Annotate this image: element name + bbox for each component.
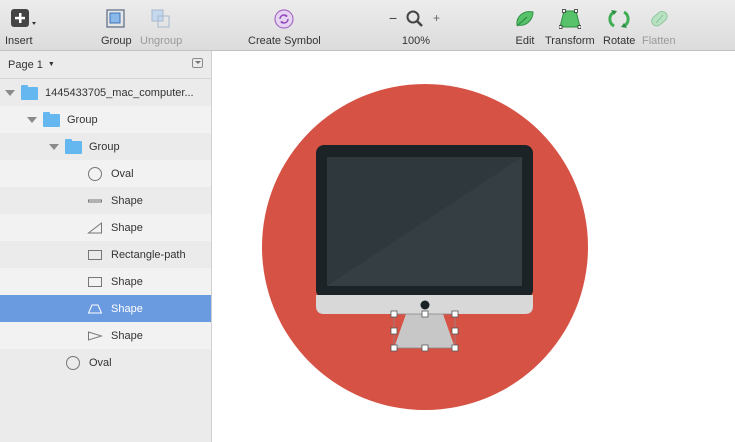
- zoom-in-button[interactable]: +: [433, 11, 440, 25]
- layer-row[interactable]: Shape: [0, 187, 211, 214]
- zoom-control: − + 100%: [388, 0, 444, 51]
- layer-name: Shape: [111, 275, 143, 288]
- layer-row[interactable]: Group: [0, 106, 211, 133]
- edit-button[interactable]: Edit: [514, 0, 536, 51]
- shape-line-icon: [87, 193, 103, 209]
- layer-name: Shape: [111, 194, 143, 207]
- folder-icon: [65, 139, 82, 154]
- layer-row[interactable]: Oval: [0, 160, 211, 187]
- layer-name: Oval: [111, 167, 134, 180]
- ungroup-label: Ungroup: [140, 35, 183, 47]
- group-label: Group: [101, 35, 132, 47]
- artwork: [262, 84, 588, 410]
- layer-name: Shape: [111, 329, 143, 342]
- zoom-out-button[interactable]: −: [389, 10, 397, 26]
- layer-row[interactable]: Shape: [0, 322, 211, 349]
- insert-button[interactable]: Insert: [5, 0, 36, 51]
- oval-icon: [87, 166, 103, 182]
- layer-row[interactable]: Rectangle-path: [0, 241, 211, 268]
- layer-row[interactable]: Shape: [0, 268, 211, 295]
- zoom-level: 100%: [401, 35, 431, 47]
- ungroup-icon: [150, 8, 172, 30]
- ungroup-button[interactable]: Ungroup: [140, 0, 182, 51]
- disclosure-triangle-icon[interactable]: [49, 144, 59, 150]
- page-selector[interactable]: Page 1 ▼: [0, 51, 211, 79]
- rotate-button[interactable]: Rotate: [603, 0, 635, 51]
- flatten-label: Flatten: [642, 35, 676, 47]
- page-name: Page 1: [8, 58, 43, 71]
- layer-row[interactable]: Oval: [0, 349, 211, 376]
- symbol-icon: [273, 8, 295, 30]
- oval-icon: [65, 355, 81, 371]
- folder-icon: [43, 112, 60, 127]
- flatten-button[interactable]: Flatten: [642, 0, 676, 51]
- transform-button[interactable]: Transform: [545, 0, 595, 51]
- edit-label: Edit: [515, 35, 535, 47]
- group-icon: [105, 8, 127, 30]
- shape-trapezoid-icon: [87, 301, 103, 317]
- layer-name: Shape: [111, 302, 143, 315]
- folder-icon: [21, 85, 38, 100]
- layer-row[interactable]: 1445433705_mac_computer...: [0, 79, 211, 106]
- logo-dot: [420, 300, 430, 310]
- group-button[interactable]: Group: [101, 0, 132, 51]
- shape-triangle-icon: [87, 220, 103, 236]
- layer-row-selected[interactable]: Shape: [0, 295, 211, 322]
- disclosure-triangle-icon[interactable]: [5, 90, 15, 96]
- layers-sidebar: Page 1 ▼ 1445433705_mac_computer... Grou…: [0, 51, 212, 442]
- shape-rect-icon: [87, 274, 103, 290]
- plus-icon: [8, 8, 36, 30]
- toolbar: Insert Group Ungroup Create Symbol − + 1…: [0, 0, 735, 51]
- layer-name: Shape: [111, 221, 143, 234]
- rotate-icon: [608, 8, 630, 30]
- disclosure-triangle-icon[interactable]: [27, 117, 37, 123]
- canvas[interactable]: [212, 51, 735, 442]
- shape-arrow-icon: [87, 328, 103, 344]
- layer-name: 1445433705_mac_computer...: [45, 86, 194, 99]
- rotate-label: Rotate: [603, 35, 636, 47]
- layer-name: Rectangle-path: [111, 248, 186, 261]
- rectangle-icon: [87, 247, 103, 263]
- transform-icon: [558, 8, 582, 30]
- layer-name: Oval: [89, 356, 112, 369]
- edit-icon: [514, 8, 536, 30]
- layer-name: Group: [89, 140, 120, 153]
- insert-label: Insert: [5, 35, 33, 47]
- magnifier-icon: [406, 10, 423, 27]
- layer-row[interactable]: Group: [0, 133, 211, 160]
- create-symbol-button[interactable]: Create Symbol: [248, 0, 321, 51]
- collapse-icon[interactable]: [192, 58, 203, 68]
- layer-name: Group: [67, 113, 98, 126]
- create-symbol-label: Create Symbol: [248, 35, 321, 47]
- chevron-down-icon: ▼: [47, 61, 55, 68]
- layer-row[interactable]: Shape: [0, 214, 211, 241]
- transform-label: Transform: [545, 35, 595, 47]
- flatten-icon: [648, 8, 670, 30]
